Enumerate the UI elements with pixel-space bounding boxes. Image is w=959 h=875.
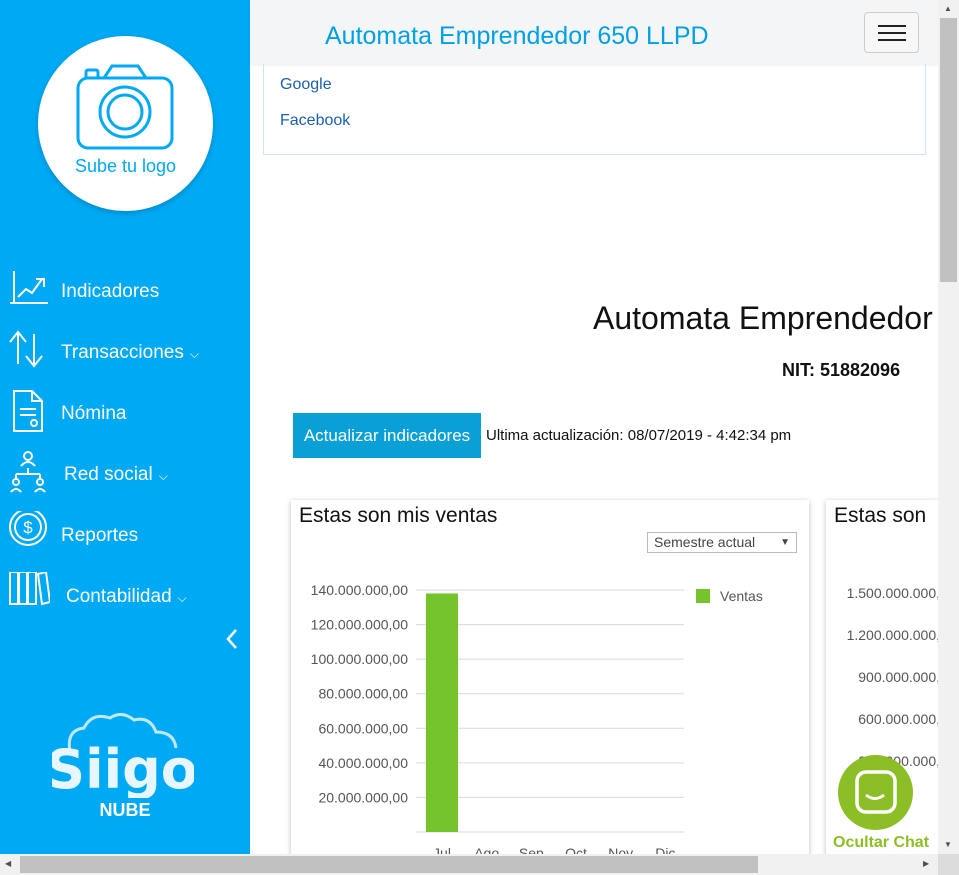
hamburger-line: [878, 32, 906, 34]
brand-subtitle: NUBE: [99, 800, 151, 820]
books-icon: [9, 572, 50, 606]
siigo-logo: Siigo NUBE: [46, 712, 198, 832]
chevron-down-icon: ⌵: [158, 469, 168, 483]
sidebar-item-label: Red social ⌵: [64, 464, 168, 485]
document-icon: [13, 390, 43, 432]
sidebar-item-transacciones[interactable]: Transacciones ⌵: [0, 328, 250, 378]
sidebar-item-label: Nómina: [61, 403, 127, 424]
y-tick-label: 20.000.000,00: [318, 789, 408, 805]
up-down-arrows-icon: [9, 330, 43, 368]
y-tick-label: 600.000.000,: [858, 711, 938, 727]
update-indicators-button[interactable]: Actualizar indicadores: [293, 413, 481, 458]
y-tick-label: 1.200.000.000,: [846, 627, 938, 643]
sidebar-item-label: Indicadores: [61, 281, 160, 302]
upload-logo-label: Sube tu logo: [74, 156, 177, 176]
horizontal-scrollbar[interactable]: ◀ ▶: [0, 854, 938, 875]
scroll-right-icon[interactable]: ▶: [923, 859, 929, 868]
sidebar-item-label: Reportes: [61, 525, 139, 546]
chart-legend: Ventas: [696, 588, 763, 604]
company-name: Automata Emprendedor: [593, 300, 933, 336]
y-tick-label: 1.500.000.000,: [846, 585, 938, 601]
link-facebook[interactable]: Facebook: [280, 112, 350, 130]
hamburger-line: [878, 39, 906, 41]
sidebar-item-label: Transacciones ⌵: [61, 342, 199, 363]
sidebar-item-red-social[interactable]: Red social ⌵: [0, 450, 250, 500]
y-tick-label: 120.000.000,00: [311, 617, 409, 633]
sales-chart-card: Estas son mis ventas Semestre actual ▼ 1…: [291, 500, 809, 860]
y-tick-label: 60.000.000,00: [318, 720, 408, 736]
menu-toggle-button[interactable]: [864, 12, 919, 53]
sales-bar-chart: 140.000.000,00 120.000.000,00 100.000.000,…: [311, 582, 684, 860]
page-title: Automata Emprendedor 650 LLPD: [325, 22, 709, 50]
bar-ventas: [426, 593, 458, 832]
sidebar-item-nomina[interactable]: Nómina: [0, 389, 250, 439]
scroll-up-icon[interactable]: ▲: [944, 4, 952, 13]
svg-text:$: $: [23, 518, 33, 537]
sidebar: Sube tu logo Indicadores Transacciones ⌵ …: [0, 0, 250, 854]
chevron-down-icon: ⌵: [189, 347, 199, 361]
top-bar: Automata Emprendedor 650 LLPD: [250, 0, 938, 64]
collapse-sidebar-icon[interactable]: [222, 626, 242, 652]
scroll-thumb[interactable]: [940, 18, 957, 282]
chat-button[interactable]: [838, 755, 913, 830]
sidebar-item-contabilidad[interactable]: Contabilidad ⌵: [0, 572, 250, 622]
legend-label: Ventas: [720, 588, 763, 604]
scroll-left-icon[interactable]: ◀: [5, 859, 11, 868]
camera-icon: [76, 64, 174, 150]
social-links-panel: Google Facebook: [263, 64, 926, 155]
last-update-text: Ultima actualización: 08/07/2019 - 4:42:…: [486, 427, 792, 444]
network-icon: [10, 451, 46, 493]
y-tick-label: 40.000.000,00: [318, 755, 408, 771]
upload-logo-button[interactable]: Sube tu logo: [38, 36, 213, 211]
brand-wordmark: Siigo: [52, 738, 194, 798]
y-tick-label: 900.000.000,: [858, 669, 938, 685]
sidebar-item-indicadores[interactable]: Indicadores: [0, 267, 250, 317]
chat-bubble-icon: [855, 770, 897, 814]
card-title: Estas son: [834, 504, 927, 527]
y-tick-label: 140.000.000,00: [311, 582, 409, 598]
link-google[interactable]: Google: [280, 76, 332, 94]
sidebar-item-label: Contabilidad ⌵: [66, 586, 187, 607]
y-tick-label: 100.000.000,00: [311, 651, 409, 667]
vertical-scrollbar[interactable]: ▲ ▼: [938, 0, 959, 854]
y-tick-label: 80.000.000,00: [318, 686, 408, 702]
company-nit: NIT: 51882096: [782, 360, 901, 380]
dollar-coin-icon: $: [9, 511, 47, 546]
scroll-down-icon[interactable]: ▼: [944, 840, 952, 849]
chart-growth-icon: [10, 271, 48, 304]
legend-swatch: [696, 589, 710, 603]
cloud-logo-icon: Siigo: [46, 713, 198, 801]
scroll-thumb[interactable]: [20, 856, 758, 873]
hide-chat-button[interactable]: Ocultar Chat: [833, 834, 929, 852]
sidebar-item-reportes[interactable]: $ Reportes: [0, 511, 250, 561]
hamburger-line: [878, 25, 906, 27]
chevron-down-icon: ⌵: [177, 591, 187, 605]
scrollbar-corner: [938, 854, 959, 875]
